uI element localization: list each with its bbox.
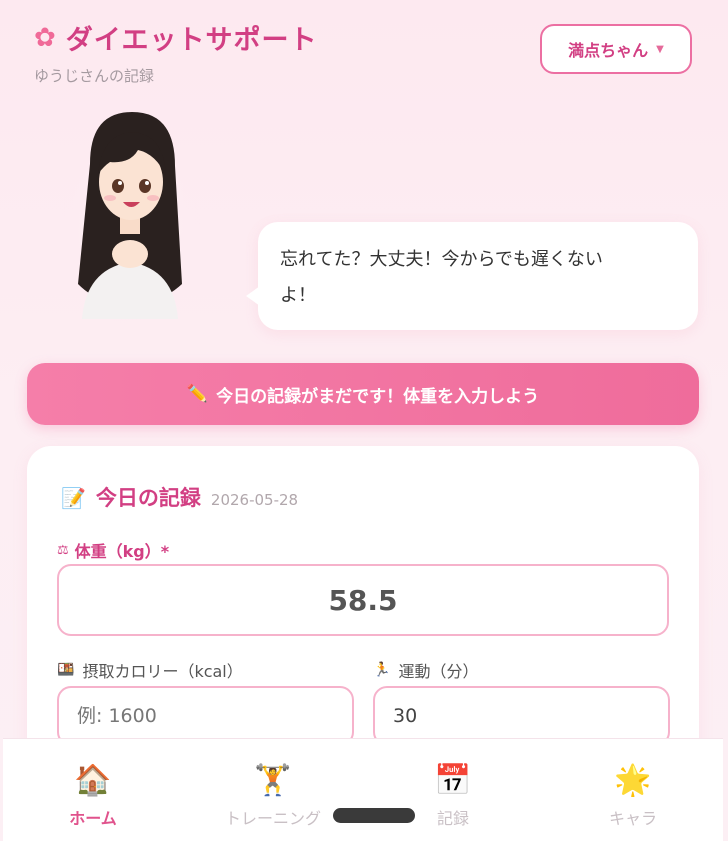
weight-label: ⚖ 体重（kg）* [57, 538, 169, 562]
calorie-label: 🍱 摂取カロリー（kcal） [57, 658, 243, 682]
sakura-icon: ✿ [34, 22, 56, 53]
card-title: 今日の記録 [95, 486, 201, 510]
bottom-nav: 🏠 ホーム 🏋️ トレーニング 📅 記録 🌟 キャラ [3, 738, 723, 841]
app-header: ✿ ダイエットサポート ゆうじさんの記録 [34, 18, 318, 86]
nav-label-character: キャラ [608, 809, 657, 828]
nav-item-character[interactable]: 🌟 キャラ [543, 739, 723, 841]
scale-icon: ⚖ [57, 542, 69, 558]
calorie-label-text: 摂取カロリー（kcal） [82, 662, 243, 681]
calendar-icon: 📅 [434, 763, 472, 798]
weightlifter-icon: 🏋️ [254, 763, 292, 798]
speech-text-line1: 忘れてた？大丈夫！今からでも遅くない [280, 249, 603, 270]
house-icon: 🏠 [74, 763, 112, 798]
running-icon: 🏃 [373, 662, 391, 678]
weight-label-text: 体重（kg）* [74, 542, 170, 561]
calorie-input[interactable] [57, 686, 354, 746]
character-avatar [60, 104, 200, 324]
app-title: ✿ ダイエットサポート [34, 18, 318, 57]
bento-icon: 🍱 [57, 662, 75, 678]
record-reminder-banner[interactable]: ✏️ 今日の記録がまだです！体重を入力しよう [27, 363, 699, 425]
weight-input[interactable] [57, 564, 669, 636]
speech-text-line2: よ！ [280, 285, 316, 306]
nav-item-home[interactable]: 🏠 ホーム [3, 739, 183, 841]
nav-label-records: 記録 [436, 809, 469, 828]
nav-item-training[interactable]: 🏋️ トレーニング [183, 739, 363, 841]
page-title: ダイエットサポート [65, 25, 318, 56]
memo-icon: 📝 [61, 486, 86, 510]
speech-bubble: 忘れてた？大丈夫！今からでも遅くない よ！ [246, 222, 698, 330]
nav-label-training: トレーニング [224, 809, 321, 828]
record-date: 2026-05-28 [210, 491, 299, 509]
star-icon: 🌟 [614, 763, 652, 798]
nav-label-home: ホーム [69, 809, 117, 828]
card-header: 📝 今日の記録 2026-05-28 [61, 482, 298, 512]
pencil-icon: ✏️ [186, 384, 209, 404]
caret-down-icon: ▼ [656, 43, 664, 55]
character-select-label: 満点ちゃん [568, 41, 649, 60]
nav-item-records[interactable]: 📅 記録 [363, 739, 543, 841]
exercise-label: 🏃 運動（分） [373, 658, 478, 682]
character-select[interactable]: 満点ちゃん ▼ [540, 24, 692, 74]
record-reminder-text: 今日の記録がまだです！体重を入力しよう [216, 386, 540, 407]
exercise-label-text: 運動（分） [398, 662, 479, 681]
home-indicator[interactable] [333, 808, 415, 823]
exercise-input[interactable] [373, 686, 670, 746]
page-subtitle: ゆうじさんの記録 [34, 67, 155, 85]
